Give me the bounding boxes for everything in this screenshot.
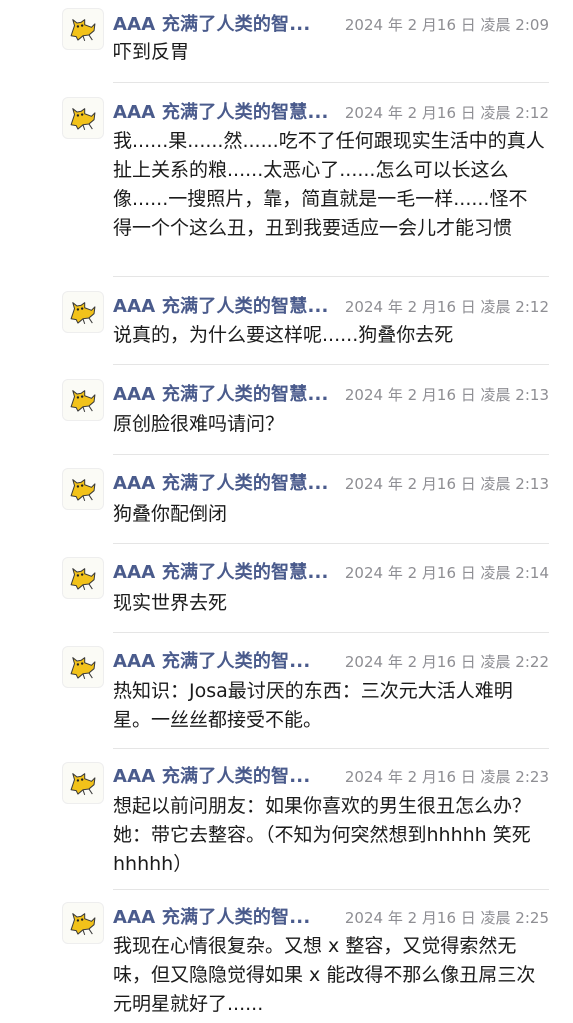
message-header: AAA 充满了人类的智慧... 2024 年 2 月16 日 凌晨 2:14 [113, 558, 549, 584]
message-text: 狗叠你配倒闭 [113, 503, 228, 525]
divider [113, 889, 549, 890]
author-name[interactable]: AAA 充满了人类的智慧... [113, 292, 329, 318]
divider [113, 543, 549, 544]
divider [113, 364, 549, 365]
timestamp: 2024 年 2 月16 日 凌晨 2:13 [344, 475, 549, 493]
message-text: 吓到反胃 [113, 41, 190, 63]
author-name[interactable]: AAA 充满了人类的智慧... [113, 558, 329, 584]
message-header: AAA 充满了人类的智... 2024 年 2 月16 日 凌晨 2:22 [113, 647, 549, 673]
author-name[interactable]: AAA 充满了人类的智... [113, 10, 310, 36]
author-name[interactable]: AAA 充满了人类的智慧... [113, 469, 329, 495]
message-text: 现实世界去死 [113, 592, 228, 614]
message-text: 说真的，为什么要这样呢......狗叠你去死 [113, 324, 454, 346]
message-header: AAA 充满了人类的智慧... 2024 年 2 月16 日 凌晨 2:12 [113, 98, 549, 124]
divider [113, 454, 549, 455]
author-name[interactable]: AAA 充满了人类的智... [113, 903, 310, 929]
message-text: 我......果......然......吃不了任何跟现实生活中的真人扯上关系的… [113, 130, 545, 239]
avatar[interactable] [62, 379, 104, 421]
yellow-cat-icon [70, 108, 96, 131]
avatar[interactable] [62, 97, 104, 139]
timestamp: 2024 年 2 月16 日 凌晨 2:22 [344, 653, 549, 671]
avatar[interactable] [62, 8, 104, 50]
yellow-cat-icon [70, 479, 96, 502]
author-name[interactable]: AAA 充满了人类的智慧... [113, 98, 329, 124]
timestamp: 2024 年 2 月16 日 凌晨 2:25 [344, 909, 549, 927]
yellow-cat-icon [70, 913, 96, 936]
divider [113, 632, 549, 633]
yellow-cat-icon [70, 773, 96, 796]
author-name[interactable]: AAA 充满了人类的智... [113, 762, 310, 788]
yellow-cat-icon [70, 657, 96, 680]
yellow-cat-icon [70, 302, 96, 325]
divider [113, 748, 549, 749]
avatar[interactable] [62, 291, 104, 333]
author-name[interactable]: AAA 充满了人类的智... [113, 647, 310, 673]
yellow-cat-icon [70, 19, 96, 42]
message-header: AAA 充满了人类的智慧... 2024 年 2 月16 日 凌晨 2:13 [113, 469, 549, 495]
timestamp: 2024 年 2 月16 日 凌晨 2:12 [344, 298, 549, 316]
message-text: 想起以前问朋友：如果你喜欢的男生很丑怎么办？她：带它去整容。（不知为何突然想到h… [113, 795, 532, 875]
yellow-cat-icon [70, 390, 96, 413]
message-header: AAA 充满了人类的智慧... 2024 年 2 月16 日 凌晨 2:12 [113, 292, 549, 318]
timestamp: 2024 年 2 月16 日 凌晨 2:13 [344, 386, 549, 404]
timestamp: 2024 年 2 月16 日 凌晨 2:09 [344, 16, 549, 34]
divider [113, 82, 549, 83]
message-header: AAA 充满了人类的智... 2024 年 2 月16 日 凌晨 2:23 [113, 762, 549, 788]
avatar[interactable] [62, 902, 104, 944]
timestamp: 2024 年 2 月16 日 凌晨 2:12 [344, 104, 549, 122]
author-name[interactable]: AAA 充满了人类的智慧... [113, 380, 329, 406]
message-text: 原创脸很难吗请问？ [113, 413, 285, 435]
avatar[interactable] [62, 557, 104, 599]
message-text: 热知识：Josa最讨厌的东西：三次元大活人难明星。一丝丝都接受不能。 [113, 680, 513, 731]
message-header: AAA 充满了人类的智慧... 2024 年 2 月16 日 凌晨 2:13 [113, 380, 549, 406]
timestamp: 2024 年 2 月16 日 凌晨 2:14 [344, 564, 549, 582]
message-text: 我现在心情很复杂。又想 x 整容，又觉得索然无味，但又隐隐觉得如果 x 能改得不… [113, 935, 536, 1015]
yellow-cat-icon [70, 568, 96, 591]
message-header: AAA 充满了人类的智... 2024 年 2 月16 日 凌晨 2:25 [113, 903, 549, 929]
timestamp: 2024 年 2 月16 日 凌晨 2:23 [344, 768, 549, 786]
message-header: AAA 充满了人类的智... 2024 年 2 月16 日 凌晨 2:09 [113, 10, 549, 36]
avatar[interactable] [62, 762, 104, 804]
divider [113, 276, 549, 277]
avatar[interactable] [62, 646, 104, 688]
avatar[interactable] [62, 468, 104, 510]
